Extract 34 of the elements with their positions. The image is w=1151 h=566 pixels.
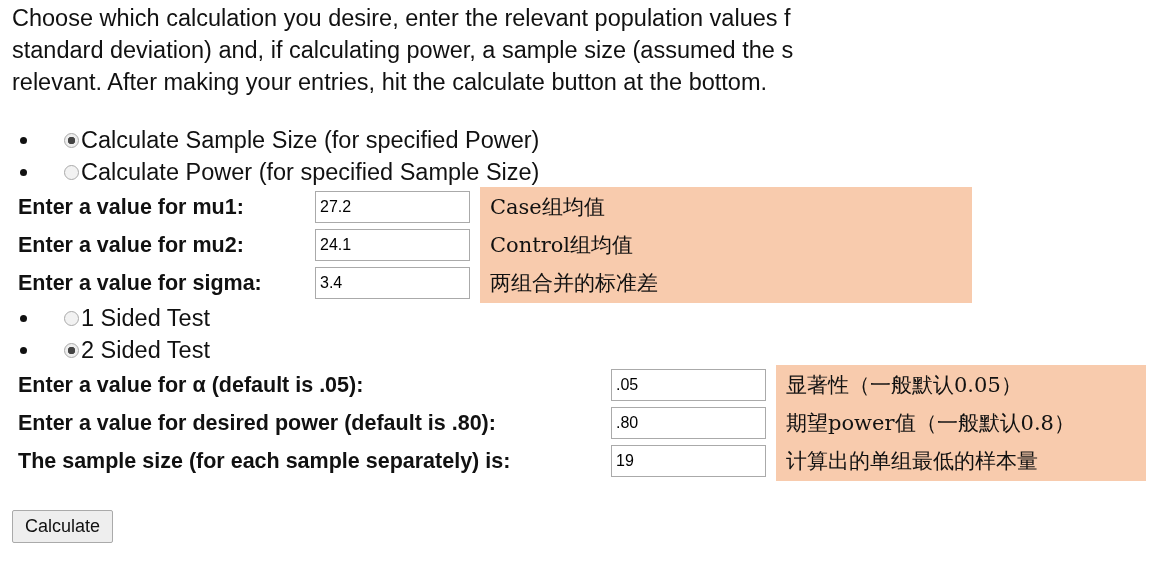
input-field[interactable]: .80 xyxy=(611,407,766,439)
bullet-icon xyxy=(20,136,27,144)
instruction-text: standard deviation) and, if calculating power, a sample size (assumed the s xyxy=(12,36,795,65)
field-label: Enter a value for mu1: xyxy=(18,194,245,220)
annotation-note: Case组均值 xyxy=(480,187,972,227)
radio-button[interactable] xyxy=(64,342,79,358)
annotation-note: Control组均值 xyxy=(480,225,972,265)
annotation-note: 计算出的单组最低的样本量 xyxy=(776,441,1146,481)
field-label: Enter a value for desired power (default is .80): xyxy=(18,410,497,436)
option-label: 2 Sided Test xyxy=(81,336,210,364)
bullet-icon xyxy=(20,346,27,354)
input-field[interactable]: 19 xyxy=(611,445,766,477)
field-label: Enter a value for α (default is .05): xyxy=(18,372,365,398)
input-field[interactable]: 3.4 xyxy=(315,267,470,299)
radio-button[interactable] xyxy=(64,132,79,148)
radio-button[interactable] xyxy=(64,164,79,180)
instruction-text: relevant. After making your entries, hit the calculate button at the bottom. xyxy=(12,68,769,97)
field-label: Enter a value for mu2: xyxy=(18,232,245,258)
input-field[interactable]: 27.2 xyxy=(315,191,470,223)
instruction-text: Choose which calculation you desire, enter the relevant population values f xyxy=(12,4,792,33)
option-label: Calculate Power (for specified Sample Size) xyxy=(81,158,540,186)
annotation-note: 两组合并的标准差 xyxy=(480,263,972,303)
input-field[interactable]: .05 xyxy=(611,369,766,401)
bullet-icon xyxy=(20,168,27,176)
annotation-note: 期望power值（一般默认0.8） xyxy=(776,403,1146,443)
calculate-button[interactable]: Calculate xyxy=(12,510,114,543)
option-label: Calculate Sample Size (for specified Power) xyxy=(81,126,540,154)
input-field[interactable]: 24.1 xyxy=(315,229,470,261)
annotation-note: 显著性（一般默认0.05） xyxy=(776,365,1146,405)
radio-button[interactable] xyxy=(64,310,79,326)
field-label: Enter a value for sigma: xyxy=(18,270,263,296)
option-label: 1 Sided Test xyxy=(81,304,210,332)
field-label: The sample size (for each sample separately) is: xyxy=(18,448,512,474)
bullet-icon xyxy=(20,314,27,322)
